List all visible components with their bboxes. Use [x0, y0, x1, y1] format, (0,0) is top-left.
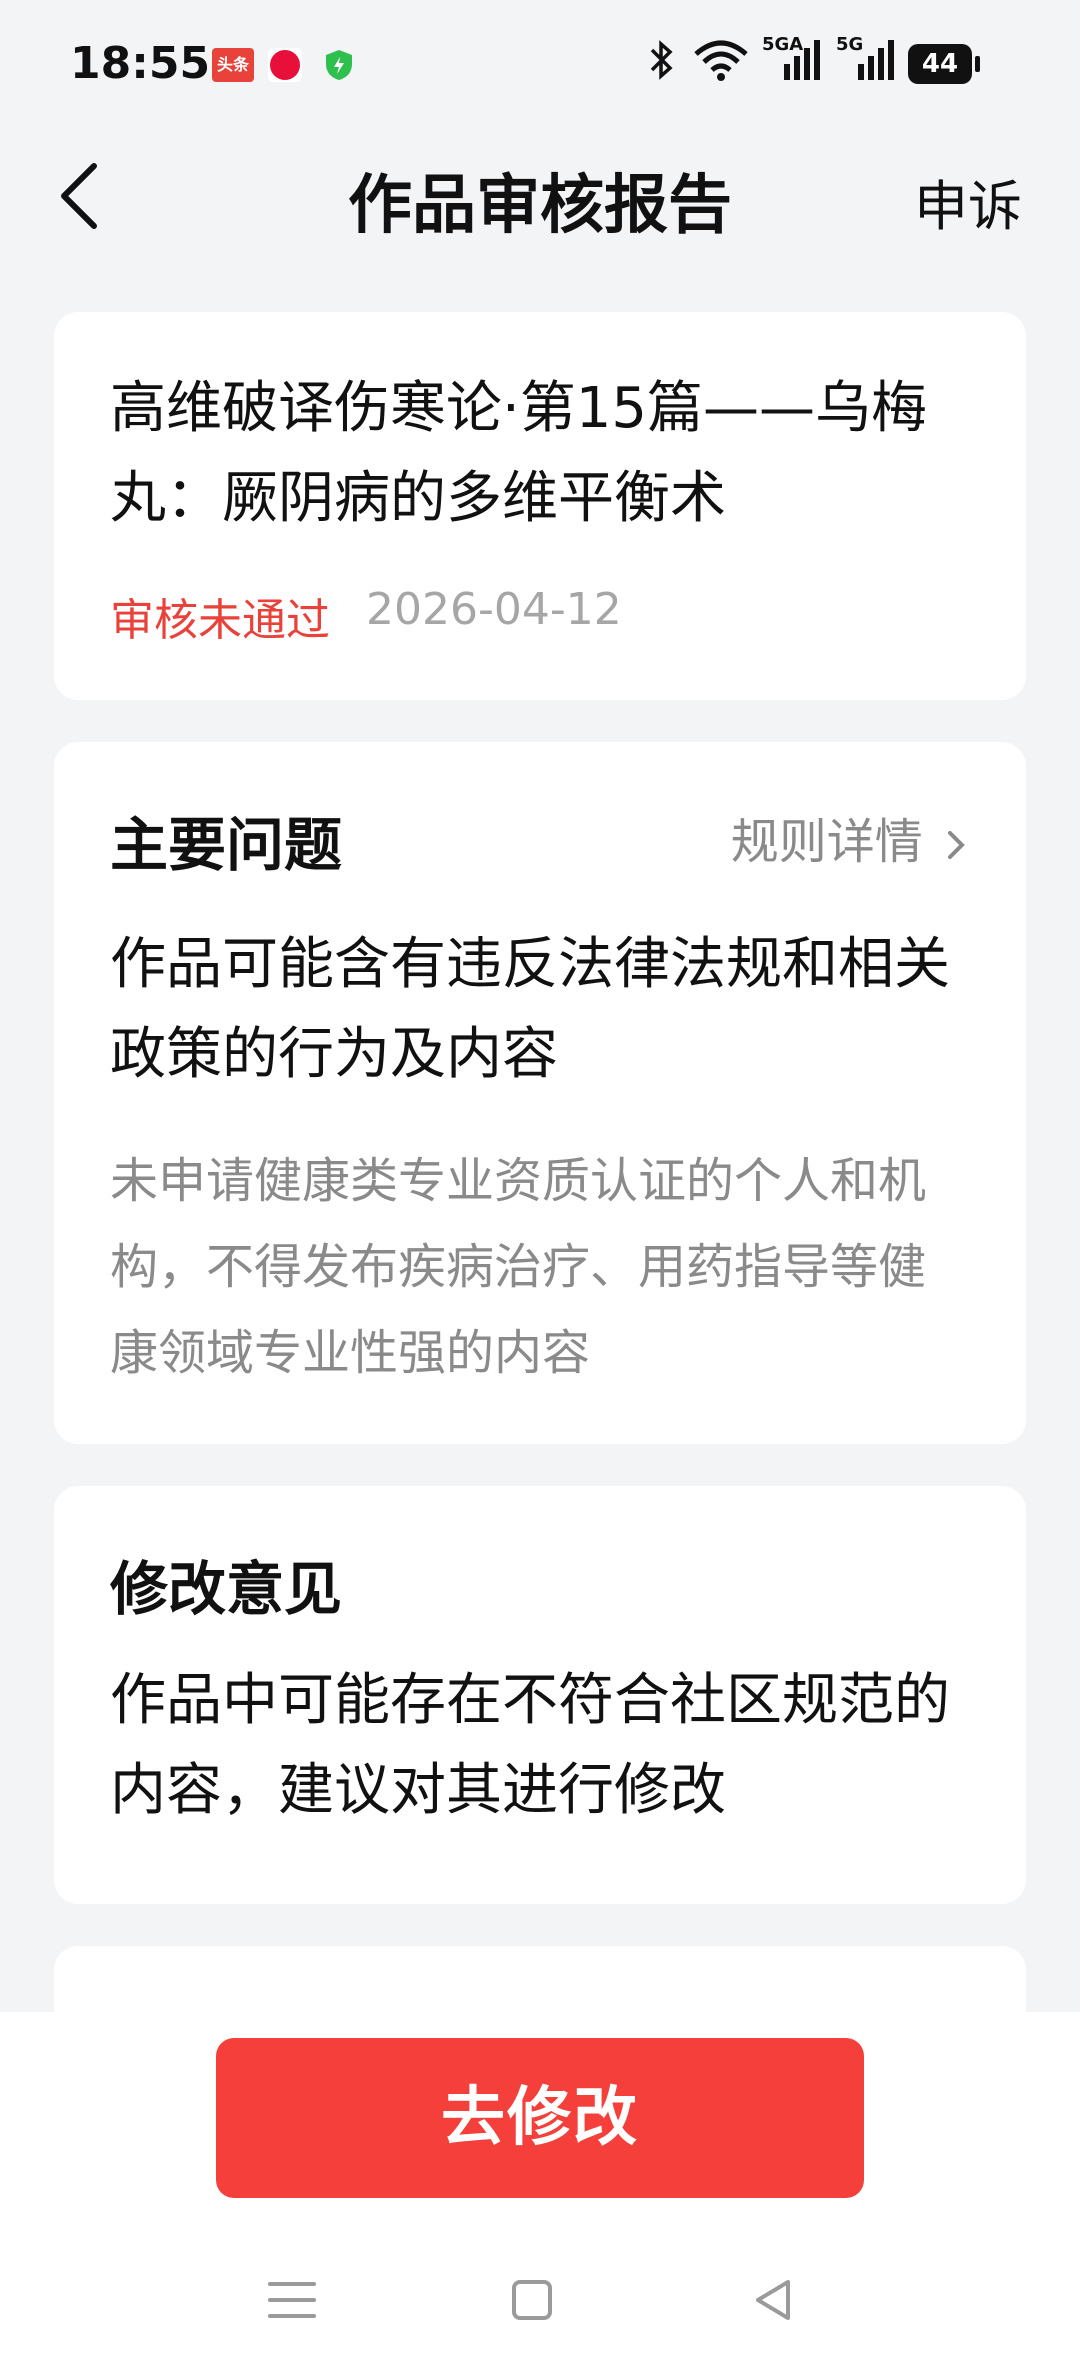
rules-detail-link[interactable]: 规则详情 [731, 802, 970, 872]
toutiao-notification-icon: 头条 [212, 48, 254, 82]
shield-icon [322, 48, 356, 82]
status-time: 18:55 [70, 38, 211, 89]
main-issue-card: 主要问题 规则详情 作品可能含有违反法律法规和相关政策的行为及内容 未申请健康类… [54, 742, 1026, 1444]
bluetooth-icon [646, 38, 676, 91]
battery-icon: 44 [908, 44, 980, 84]
issue-title: 作品可能含有违反法律法规和相关政策的行为及内容 [110, 932, 950, 1087]
issue-description: 未申请健康类专业资质认证的个人和机构，不得发布疾病治疗、用药指导等健康领域专业性… [110, 1153, 927, 1381]
main-issue-heading: 主要问题 [110, 811, 343, 879]
suggestion-heading: 修改意见 [110, 1555, 343, 1623]
suggestion-card: 修改意见 作品中可能存在不符合社区规范的内容，建议对其进行修改 [54, 1486, 1026, 1904]
article-card[interactable]: 高维破译伤寒论·第15篇——乌梅丸：厥阴病的多维平衡术 审核未通过 2026-0… [54, 312, 1026, 700]
chevron-right-icon [948, 831, 965, 859]
review-status-badge: 审核未通过 [110, 595, 330, 646]
rules-detail-label: 规则详情 [730, 814, 923, 870]
status-bar: 18:55 头条 5GA 5G 44 [0, 0, 1080, 130]
bottom-action-panel: 去修改 [0, 2012, 1080, 2376]
wifi-icon [692, 38, 750, 91]
back-triangle-icon[interactable] [744, 2270, 804, 2330]
appeal-button[interactable]: 申诉 [914, 162, 1022, 241]
menu-icon[interactable] [262, 2270, 322, 2330]
top-nav-bar: 作品审核报告 申诉 [0, 140, 1080, 250]
home-icon[interactable] [502, 2270, 562, 2330]
article-title: 高维破译伤寒论·第15篇——乌梅丸：厥阴病的多维平衡术 [110, 376, 928, 531]
review-date: 2026-04-12 [366, 584, 622, 635]
edit-button[interactable]: 去修改 [216, 2038, 864, 2198]
suggestion-text: 作品中可能存在不符合社区规范的内容，建议对其进行修改 [110, 1668, 950, 1823]
video-app-notification-icon [268, 48, 302, 82]
